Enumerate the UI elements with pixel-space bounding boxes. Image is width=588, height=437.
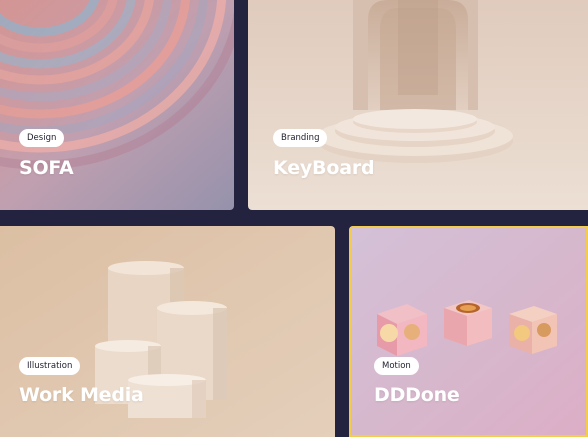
card-title: DDDone bbox=[374, 384, 460, 406]
portfolio-card-work-media[interactable]: Illustration Work Media bbox=[0, 226, 335, 437]
card-title: Work Media bbox=[19, 384, 144, 406]
card-title: SOFA bbox=[19, 157, 74, 179]
category-tag: Design bbox=[19, 129, 65, 147]
category-tag: Branding bbox=[273, 129, 328, 147]
card-title: KeyBoard bbox=[273, 157, 375, 179]
portfolio-card-dddone[interactable]: Motion DDDone bbox=[349, 226, 588, 437]
category-tag: Illustration bbox=[19, 357, 81, 375]
portfolio-card-keyboard[interactable]: Branding KeyBoard bbox=[248, 0, 588, 210]
category-tag: Motion bbox=[374, 357, 419, 375]
portfolio-card-sofa[interactable]: Design SOFA bbox=[0, 0, 234, 210]
